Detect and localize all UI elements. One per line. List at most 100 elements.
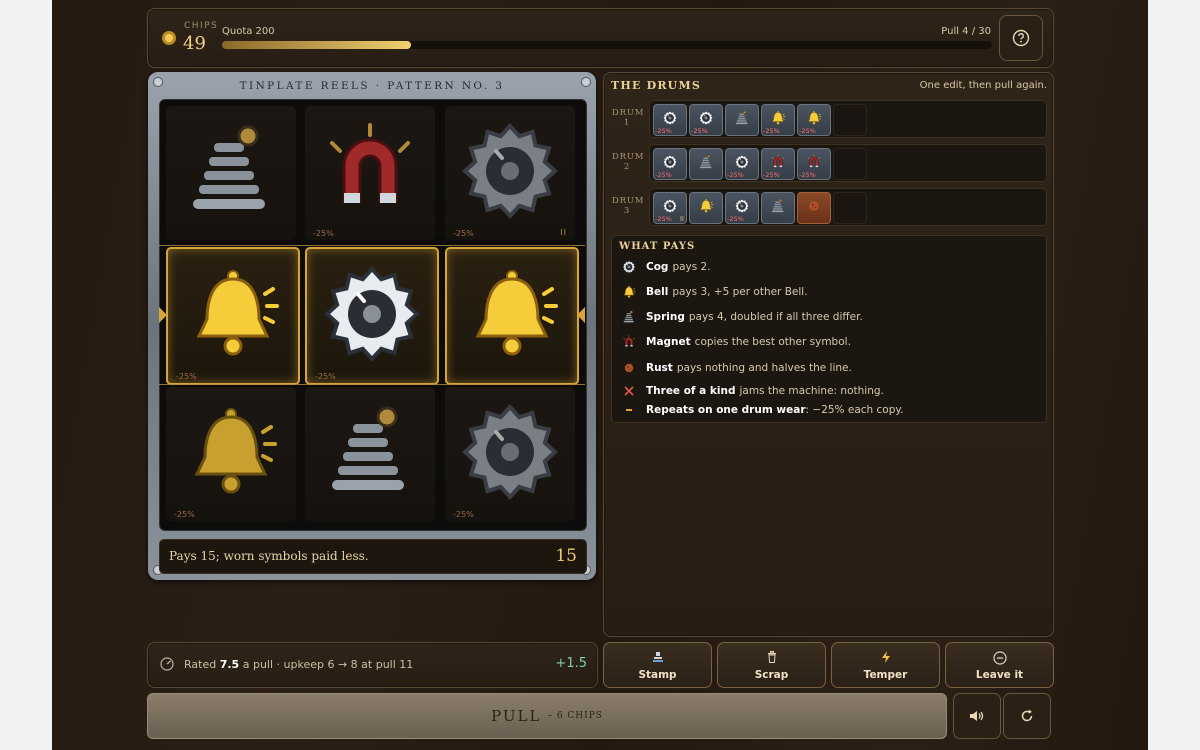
pull-cost: – 6 CHIPS [547,711,603,721]
drum-tile-cog[interactable]: -25% [653,104,687,136]
drum-label-number: 1 [623,118,631,128]
refresh-icon [1021,709,1033,722]
wear-label: -25% [174,510,195,519]
what-pays-title: WHAT PAYS [619,241,696,252]
drum-tile-cog[interactable]: -25% [653,148,687,180]
leave-it-button[interactable]: Leave it [945,642,1054,688]
reel-cell-bell: -25% [166,387,296,521]
drum-label-number: 2 [623,162,631,172]
slot-machine: TINPLATE REELS · PATTERN NO. 3 -25% -25%… [148,72,596,580]
drum-tile-spring[interactable] [689,148,723,180]
quota-progress-fill [222,41,411,49]
cog-icon [460,121,560,225]
drum-label: DRUM 3 [612,196,645,216]
reel-cell-cog: -25% [305,247,439,385]
drum-tile-bell[interactable]: -25% [761,104,795,136]
wear-label: -25% [727,171,744,179]
sound-button[interactable] [953,693,1001,739]
drum-label: DRUM 2 [612,152,643,172]
quota-label: Quota 200 [222,26,275,37]
bell-icon [181,402,281,506]
drums-title: THE DRUMS [611,79,701,92]
result-bar: Pays 15; worn symbols paid less. 15 [159,539,587,574]
drum-label-number: 3 [623,206,631,216]
spring-icon [621,310,637,324]
drums-subtitle: One edit, then pull again. [919,80,1047,91]
drum-tile-cog[interactable]: -25% II [653,192,687,224]
rating-bar: Rated 7.5 a pull · upkeep 6 → 8 at pull … [147,642,598,688]
spring-icon [320,402,420,506]
tier-mark: II [679,215,684,223]
pay-rule: Cog pays 2. [621,259,711,275]
drum-tile-spring[interactable] [725,104,759,136]
restart-button[interactable] [1003,693,1051,739]
result-text: Pays 15; worn symbols paid less. [169,549,369,563]
scrap-button[interactable]: Scrap [717,642,826,688]
drum-label-word: DRUM [612,196,645,206]
rating-prefix: Rated [184,658,217,671]
pay-rule-name: Cog [646,261,669,273]
status-bar: CHIPS 49 Quota 200 Pull 4 / 30 [147,8,1054,68]
result-value: 15 [555,546,577,566]
drum-label: DRUM 1 [612,108,643,128]
empty-slot[interactable] [833,148,867,180]
pay-rule-name: Spring [646,311,685,323]
temper-label: Temper [863,669,908,681]
payline-marker-left [159,307,167,323]
reel-cell-spring [305,387,435,521]
magnet-icon [320,121,420,225]
pay-rule-name: Bell [646,286,669,298]
drum-tile-cog[interactable]: -25% [725,148,759,180]
stamp-button[interactable]: Stamp [603,642,712,688]
reel-cell-cog: -25% [445,387,575,521]
drum-tile-magnet[interactable]: -25% [761,148,795,180]
bell-icon [183,264,283,368]
wear-label: -25% [763,171,780,179]
drum-tile-bell[interactable] [689,192,723,224]
leave-it-label: Leave it [975,669,1024,681]
scrap-label: Scrap [754,669,789,681]
empty-slot[interactable] [833,192,867,224]
rust-icon [621,361,637,375]
drum-tile-rust[interactable] [797,192,831,224]
question-circle-icon [1012,29,1030,47]
empty-slot[interactable] [833,104,867,136]
magnet-icon [621,335,637,349]
payline-marker-right [577,307,585,323]
stamp-icon [652,652,663,662]
pay-rule-text: jams the machine: nothing. [739,385,884,397]
pay-rule: Repeats on one drum wear: −25% each copy… [621,402,903,418]
wear-label: -25% [655,127,672,135]
bolt-icon [881,651,890,663]
stamp-label: Stamp [638,669,677,681]
drum-row: -25% II -25% [649,188,1047,226]
pay-rule: Rust pays nothing and halves the line. [621,360,852,376]
reel-cell-bell [445,247,579,385]
cog-icon [322,264,422,368]
rating-value: 7.5 [219,658,240,671]
payline-top [159,245,585,246]
pull-counter: Pull 4 / 30 [941,26,991,37]
drum-tile-magnet[interactable]: -25% [797,148,831,180]
trash-icon [767,651,776,663]
reel-cell-cog: -25% II [445,106,575,240]
rating-delta: +1.5 [555,656,587,671]
cog-icon [621,260,637,274]
wear-label: -25% [799,127,816,135]
drum-tile-bell[interactable]: -25% [797,104,831,136]
pay-rule-name: Repeats on one drum wear [646,404,806,416]
quota-progress-bar [222,41,992,49]
tier-mark: II [560,228,567,237]
drum-row: -25% -25% -25% -25% [649,144,1047,182]
chips-label: CHIPS [184,21,219,31]
pay-rule: Three of a kind jams the machine: nothing… [621,383,884,399]
cross-icon [621,386,637,396]
pay-rule-name: Three of a kind [646,385,736,397]
pull-button[interactable]: PULL – 6 CHIPS [147,693,947,739]
pay-rule-text: copies the best other symbol. [694,336,851,348]
drum-tile-cog[interactable]: -25% [689,104,723,136]
help-button[interactable] [999,15,1043,61]
drum-tile-spring[interactable] [761,192,795,224]
drum-tile-cog[interactable]: -25% [725,192,759,224]
temper-button[interactable]: Temper [831,642,940,688]
